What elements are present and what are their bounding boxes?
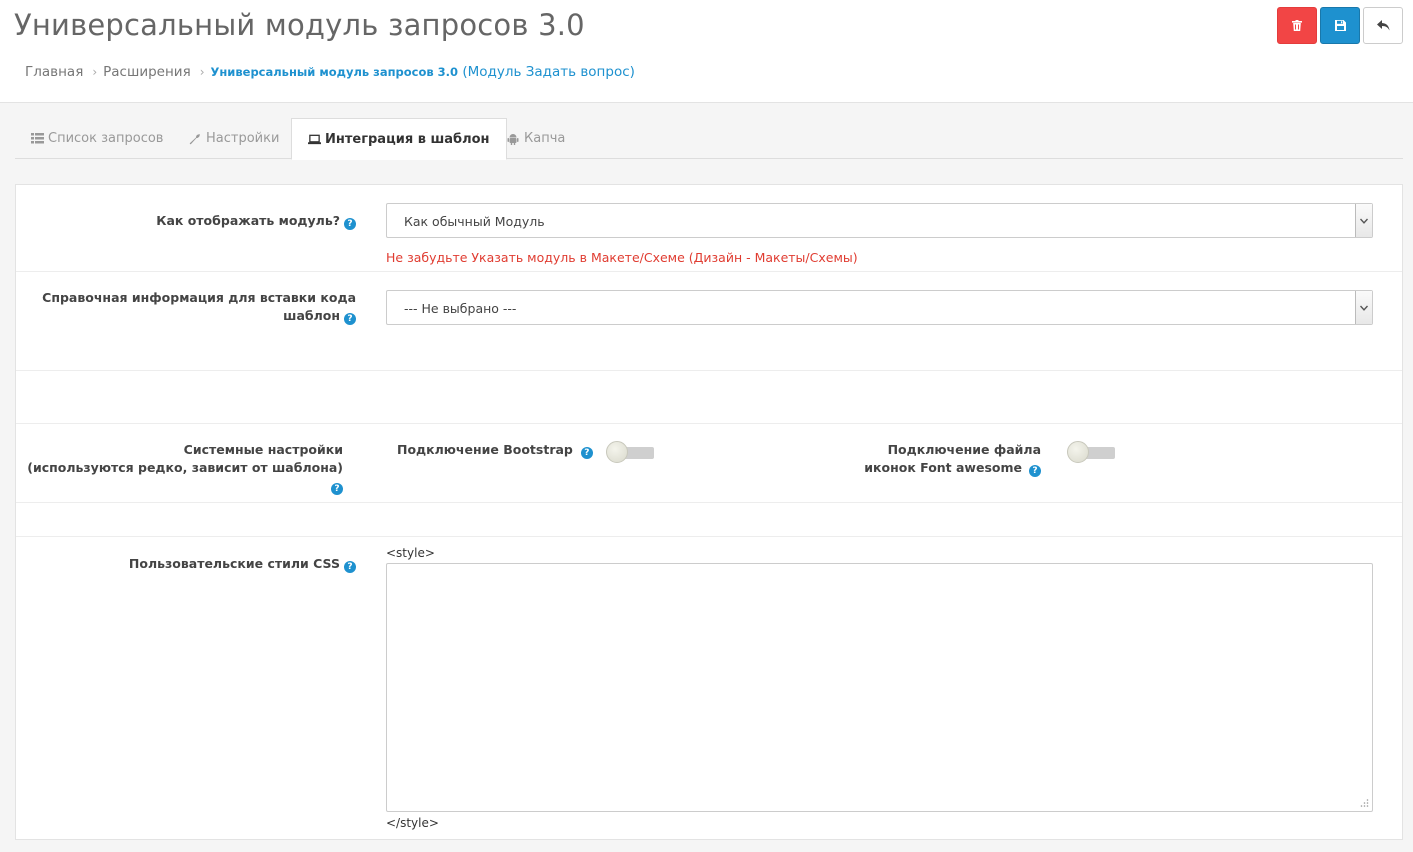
system-settings-label-line2: (используются редко, зависит от шаблона) [27,460,343,475]
display-mode-row: Как отображать модуль?? Как обычный Моду… [16,185,1402,272]
reference-info-select[interactable]: --- Не выбрано --- [386,290,1373,325]
display-mode-warning: Не забудьте Указать модуль в Макете/Схем… [386,250,858,265]
empty-row [16,371,1402,424]
system-settings-label-line1: Системные настройки [183,442,343,457]
tab-request-list[interactable]: Список запросов [15,118,179,159]
tab-captcha[interactable]: Капча [491,118,581,159]
tab-template-integration[interactable]: Интеграция в шаблон [291,118,507,160]
list-icon [31,133,44,146]
reference-info-label-line2: шаблон [283,308,340,323]
help-icon[interactable]: ? [1029,465,1041,477]
style-open-tag: <style> [386,546,435,560]
help-icon[interactable]: ? [331,483,343,495]
display-mode-select[interactable]: Как обычный Модуль [386,203,1373,238]
chevron-down-icon [1355,204,1372,237]
tabs: Список запросов Настройки Интеграция в ш… [15,118,1403,160]
laptop-icon [308,134,321,147]
android-icon [507,133,520,146]
page-header: Универсальный модуль запросов 3.0 Главна… [0,0,1413,103]
reference-info-label: Справочная информация для вставки кода ш… [16,289,356,325]
empty-row [16,503,1402,537]
help-icon[interactable]: ? [344,218,356,230]
trash-icon [1292,20,1302,31]
breadcrumb: Главная › Расширения › Универсальный мод… [25,64,635,80]
bootstrap-label: Подключение Bootstrap? [397,441,593,459]
help-icon[interactable]: ? [344,313,356,325]
breadcrumb-current-suffix: (Модуль Задать вопрос) [458,64,635,80]
breadcrumb-separator-icon: › [199,65,205,79]
page-title: Универсальный модуль запросов 3.0 [14,8,585,42]
display-mode-value: Как обычный Модуль [404,214,545,229]
help-icon[interactable]: ? [344,561,356,573]
reply-arrow-icon [1376,20,1389,31]
back-button[interactable] [1363,7,1403,44]
breadcrumb-home[interactable]: Главная [25,64,83,80]
reference-info-label-line1: Справочная информация для вставки кода [42,290,356,305]
wrench-icon [189,133,202,146]
tab-label: Интеграция в шаблон [325,132,490,147]
custom-css-label: Пользовательские стили CSS? [16,555,356,573]
system-settings-row: Системные настройки (используются редко,… [16,424,1402,503]
breadcrumb-extensions[interactable]: Расширения [103,64,191,80]
toggle-knob [1067,441,1089,463]
save-button[interactable] [1320,7,1360,44]
help-icon[interactable]: ? [580,447,593,459]
display-mode-label-text: Как отображать модуль? [156,213,340,228]
tab-label: Настройки [206,131,280,146]
fontawesome-label: Подключение файла иконок Font awesome? [836,441,1041,477]
tab-label: Список запросов [48,131,164,146]
toggle-knob [606,441,628,463]
system-settings-label: Системные настройки (используются редко,… [16,441,343,495]
fontawesome-label-line1: Подключение файла [887,442,1041,457]
custom-css-label-text: Пользовательские стили CSS [128,556,340,571]
tab-settings[interactable]: Настройки [173,118,295,159]
content-area: Список запросов Настройки Интеграция в ш… [0,103,1413,852]
style-close-tag: </style> [386,816,439,830]
display-mode-label: Как отображать модуль?? [16,212,356,230]
custom-css-textarea[interactable] [386,563,1373,812]
chevron-down-icon [1355,291,1372,324]
header-buttons [1277,7,1403,44]
breadcrumb-current[interactable]: Универсальный модуль запросов 3.0 (Модул… [211,64,635,80]
breadcrumb-separator-icon: › [92,65,98,79]
delete-button[interactable] [1277,7,1317,44]
tab-label: Капча [524,131,566,146]
resize-grip-icon[interactable] [1359,798,1369,808]
fontawesome-label-line2: иконок Font awesome [864,460,1022,475]
bootstrap-toggle[interactable] [606,441,654,463]
bootstrap-label-text: Подключение Bootstrap [397,442,573,457]
reference-info-row: Справочная информация для вставки кода ш… [16,272,1402,371]
form-panel: Как отображать модуль?? Как обычный Моду… [15,184,1403,840]
breadcrumb-current-title: Универсальный модуль запросов 3.0 [210,65,459,79]
fontawesome-toggle[interactable] [1067,441,1115,463]
floppy-disk-icon [1334,20,1346,31]
reference-info-value: --- Не выбрано --- [404,301,517,316]
